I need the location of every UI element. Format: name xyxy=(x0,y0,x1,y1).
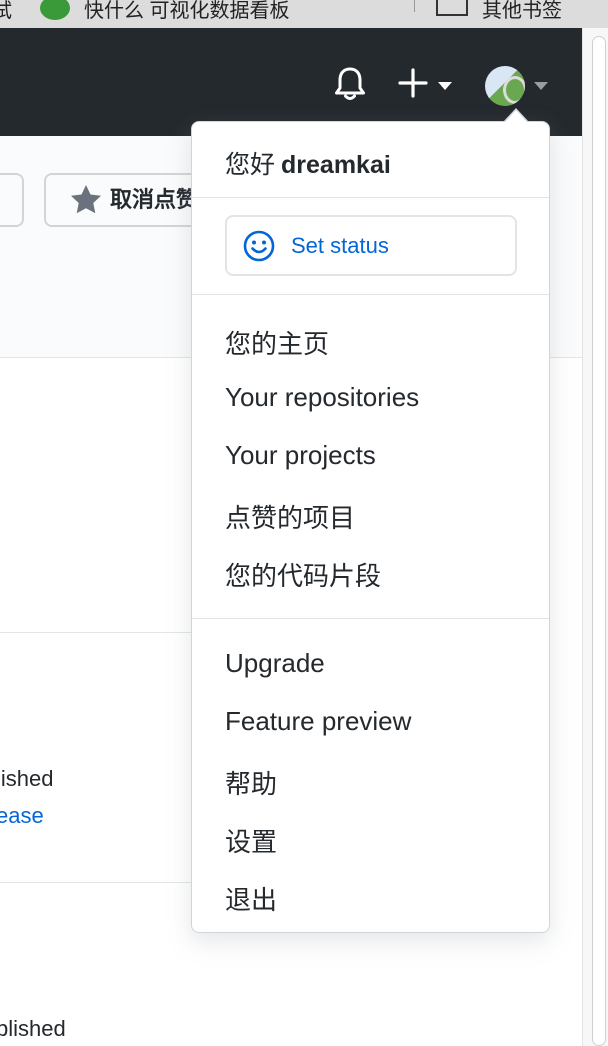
plus-icon[interactable] xyxy=(398,68,428,98)
menu-item-your-profile[interactable]: 您的主页 xyxy=(225,324,329,361)
avatar[interactable] xyxy=(485,66,525,106)
bookmark-other-folder[interactable]: 其他书签 xyxy=(436,0,562,23)
divider xyxy=(0,882,192,883)
chevron-down-icon[interactable] xyxy=(438,82,452,90)
chevron-down-icon[interactable] xyxy=(534,82,548,90)
menu-item-your-gists[interactable]: 您的代码片段 xyxy=(225,556,381,593)
greeting-prefix: 您好 xyxy=(225,151,276,179)
menu-divider xyxy=(192,618,549,619)
scrollbar[interactable] xyxy=(582,28,608,1046)
set-status-label: Set status xyxy=(291,233,389,258)
menu-item-feature-preview[interactable]: Feature preview xyxy=(225,706,411,737)
release-status-text: lished xyxy=(0,766,54,791)
bookmark-label: 其他书签 xyxy=(482,0,562,22)
folder-icon xyxy=(436,0,468,16)
menu-item-your-repositories[interactable]: Your repositories xyxy=(225,382,419,413)
bookmark-label: 试 xyxy=(0,0,12,22)
bookmark-item[interactable]: 试 xyxy=(0,0,12,23)
user-dropdown-menu: 您好 dreamkai Set status 您的主页 Your reposito… xyxy=(191,121,550,933)
menu-item-upgrade[interactable]: Upgrade xyxy=(225,648,325,679)
bookmarks-separator xyxy=(414,0,415,12)
bookmark-item[interactable]: 快什么 可视化数据看板 xyxy=(40,0,290,24)
divider xyxy=(0,632,192,633)
globe-icon xyxy=(40,0,70,20)
menu-divider xyxy=(192,294,549,295)
menu-item-help[interactable]: 帮助 xyxy=(225,764,277,801)
release-status-text: blished xyxy=(0,1016,66,1041)
menu-divider xyxy=(192,197,549,198)
site-header xyxy=(0,28,582,136)
watch-button[interactable] xyxy=(0,173,24,227)
bell-icon[interactable] xyxy=(334,66,366,102)
menu-item-sign-out[interactable]: 退出 xyxy=(225,880,277,917)
smiley-icon xyxy=(243,230,275,262)
set-status-button[interactable]: Set status xyxy=(225,215,517,276)
menu-item-your-projects[interactable]: Your projects xyxy=(225,440,376,471)
dropdown-caret-fill xyxy=(505,110,527,122)
username: dreamkai xyxy=(281,151,391,179)
bookmark-label: 快什么 可视化数据看板 xyxy=(84,0,290,22)
greeting: 您好 dreamkai xyxy=(225,145,391,181)
release-link[interactable]: ease xyxy=(0,803,44,829)
menu-item-your-stars[interactable]: 点赞的项目 xyxy=(225,498,355,535)
menu-item-settings[interactable]: 设置 xyxy=(225,822,277,859)
scrollbar-thumb[interactable] xyxy=(592,36,606,1046)
star-icon xyxy=(71,185,101,214)
bookmarks-bar: 试 快什么 可视化数据看板 其他书签 xyxy=(0,0,608,28)
unstar-button-label: 取消点赞 xyxy=(110,187,199,212)
